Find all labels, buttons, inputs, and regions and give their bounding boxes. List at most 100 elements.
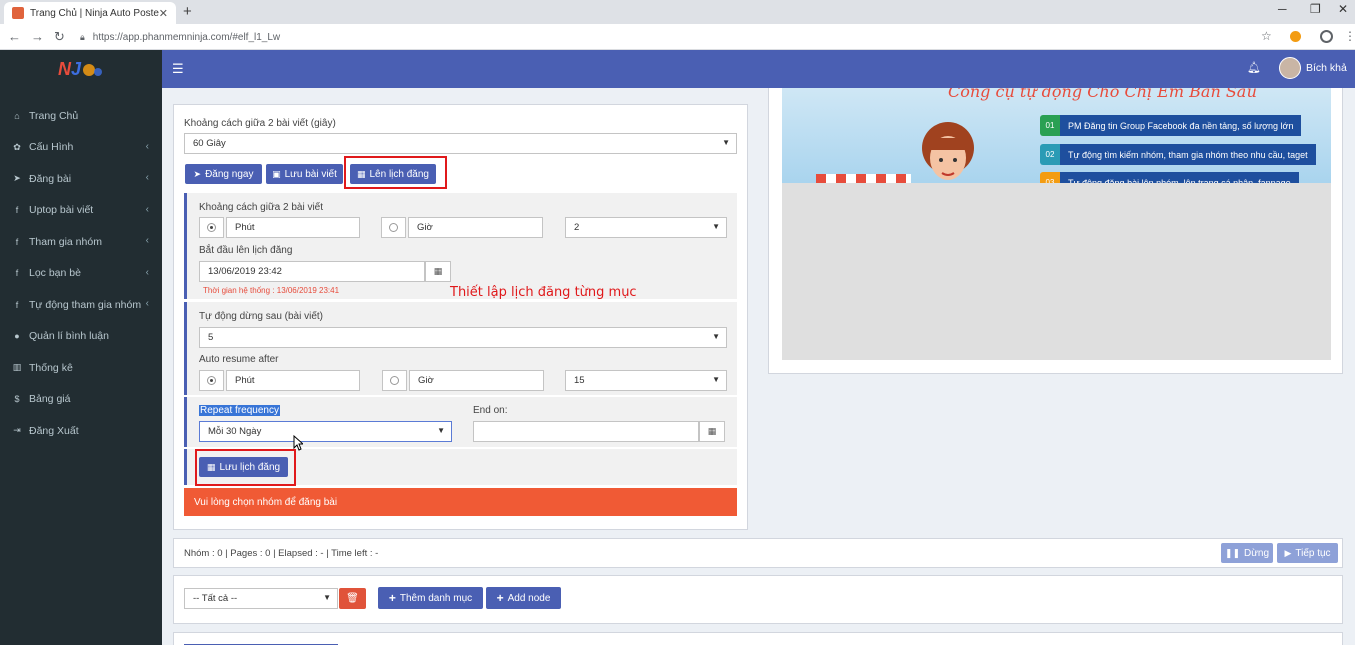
sidebar-item-label: Cấu Hình	[29, 141, 74, 154]
resume-amount-value: 15	[574, 375, 585, 386]
sidebar-item-label: Đăng bài	[29, 172, 72, 185]
app-header: ☰ 🔔︎ Bích khả	[162, 50, 1355, 88]
feature-number: 03	[1040, 172, 1060, 183]
banner-title: Công cụ tự động Cho Chị Em Bán Sầu	[948, 88, 1257, 101]
add-node-button[interactable]: + Add node	[486, 587, 561, 609]
user-name: Bích khả	[1306, 62, 1347, 74]
minute-field[interactable]: Phút	[226, 217, 360, 238]
calendar-icon[interactable]: ▦	[425, 261, 451, 282]
plus-icon: +	[388, 591, 396, 605]
back-icon[interactable]: ←	[8, 29, 21, 44]
continue-label: Tiếp tục	[1295, 547, 1331, 559]
calendar-icon[interactable]: ▦	[699, 421, 725, 442]
end-on-label: End on:	[473, 405, 508, 416]
repeat-select[interactable]: Mỗi 30 Ngày ▼	[199, 421, 452, 442]
feature-text: PM Đăng tin Group Facebook đa nền tảng, …	[1060, 115, 1302, 136]
close-tab-icon[interactable]: ✕	[159, 7, 168, 20]
minute-text: Phút	[235, 222, 255, 233]
continue-button[interactable]: ▶ Tiếp tục	[1277, 543, 1338, 563]
chevron-left-icon: ‹	[145, 298, 149, 309]
resume-hour-text: Giờ	[418, 375, 434, 386]
facebook-icon: f	[15, 205, 19, 216]
resume-minute-field[interactable]: Phút	[226, 370, 360, 391]
feature-number: 01	[1040, 115, 1060, 136]
trash-icon: 🗑︎	[346, 593, 359, 604]
auto-stop-label: Tự động dừng sau (bài viết)	[199, 311, 324, 322]
sidebar-item[interactable]: f Uptop bài viết ‹	[0, 195, 162, 227]
sidebar-item-label: Quản lí bình luận	[29, 330, 109, 343]
auto-stop-panel: Tự động dừng sau (bài viết) 5 ▼ Auto res…	[184, 302, 737, 395]
new-tab-icon[interactable]: +	[183, 3, 192, 20]
extension-icon[interactable]	[1290, 31, 1301, 45]
favicon-icon	[12, 7, 24, 19]
chevron-down-icon: ▼	[712, 222, 720, 231]
forward-icon[interactable]: →	[31, 29, 44, 44]
facebook-icon: f	[15, 268, 19, 279]
sign-out-icon: ⇥	[13, 425, 21, 436]
sidebar-item-label: Lọc bạn bè	[29, 267, 81, 280]
home-icon: ⌂	[14, 110, 20, 121]
sidebar-item[interactable]: f Tự động tham gia nhóm ‹	[0, 289, 162, 321]
start-datetime-input[interactable]: 13/06/2019 23:42	[199, 261, 425, 282]
sidebar-item[interactable]: f Tham gia nhóm ‹	[0, 226, 162, 258]
bar-chart-icon: ▥	[12, 362, 22, 373]
reload-icon[interactable]: ↻	[54, 29, 65, 45]
start-datetime-value: 13/06/2019 23:42	[208, 266, 282, 277]
radio-hour[interactable]	[381, 217, 406, 238]
post-form-box: Khoảng cách giữa 2 bài viết (giây) 60 Gi…	[173, 104, 748, 530]
interval-select[interactable]: 60 Giây ▼	[184, 133, 737, 154]
chevron-down-icon: ▼	[722, 138, 730, 147]
sidebar-item-label: Thống kê	[29, 361, 73, 374]
minimize-icon[interactable]: ─	[1278, 2, 1287, 16]
sidebar-item[interactable]: f Lọc bạn bè ‹	[0, 258, 162, 290]
status-text: Nhóm : 0 | Pages : 0 | Elapsed : - | Tim…	[184, 548, 379, 559]
add-category-button[interactable]: + Thêm danh mục	[378, 587, 483, 609]
radio-minute[interactable]	[199, 217, 224, 238]
save-post-button[interactable]: ▣ Lưu bài viết	[266, 164, 343, 184]
comment-icon: ●	[14, 331, 20, 342]
resume-hour-field[interactable]: Giờ	[409, 370, 544, 391]
sidebar-item[interactable]: ⇥ Đăng Xuất	[0, 415, 162, 447]
stop-label: Dừng	[1244, 547, 1270, 559]
feature-text: Tự động đăng bài lên nhóm, lên trang cá …	[1060, 172, 1299, 183]
end-on-input[interactable]	[473, 421, 699, 442]
hour-field[interactable]: Giờ	[408, 217, 543, 238]
sidebar-item[interactable]: ✿ Cấu Hình ‹	[0, 132, 162, 164]
user-menu[interactable]: Bích khả	[1279, 57, 1347, 79]
sidebar-item[interactable]: ➤ Đăng bài ‹	[0, 163, 162, 195]
alert-text: Vui lòng chọn nhóm để đăng bài	[194, 496, 338, 508]
delete-button[interactable]: 🗑︎	[339, 588, 366, 609]
account-icon[interactable]	[1320, 30, 1333, 46]
url-text: https://app.phanmemninja.com/#elf_l1_Lw	[92, 31, 281, 43]
post-now-button[interactable]: ➤ Đăng ngay	[185, 164, 262, 184]
radio-resume-hour[interactable]	[382, 370, 407, 391]
sidebar-item-label: Đăng Xuất	[29, 424, 79, 437]
auto-stop-select[interactable]: 5 ▼	[199, 327, 727, 348]
sidebar-item[interactable]: $ Bảng giá	[0, 384, 162, 416]
interval-amount-select[interactable]: 2 ▼	[565, 217, 727, 238]
play-icon: ▶	[1284, 547, 1292, 558]
banner-feature-1: 01 PM Đăng tin Group Facebook đa nền tản…	[1040, 115, 1302, 136]
auto-stop-value: 5	[208, 332, 214, 343]
radio-resume-minute[interactable]	[199, 370, 224, 391]
chevron-left-icon: ‹	[145, 235, 149, 246]
banner-feature-2: 02 Tự động tìm kiếm nhóm, tham gia nhóm …	[1040, 144, 1316, 165]
bell-icon[interactable]: 🔔︎	[1247, 61, 1261, 74]
sidebar-item[interactable]: ⌂ Trang Chủ	[0, 100, 162, 132]
url-field[interactable]: 🔒︎ https://app.phanmemninja.com/#elf_l1_…	[80, 27, 1260, 47]
hamburger-icon[interactable]: ☰	[172, 61, 184, 77]
character-illustration	[922, 122, 974, 180]
promo-banner: Công cụ tự động Cho Chị Em Bán Sầu 01 PM…	[782, 88, 1331, 183]
sidebar-item[interactable]: ▥ Thống kê	[0, 352, 162, 384]
restore-icon[interactable]: ❐	[1310, 2, 1321, 16]
star-icon[interactable]: ☆	[1261, 29, 1272, 43]
sidebar-item[interactable]: ● Quản lí bình luận	[0, 321, 162, 353]
lock-icon: 🔒︎	[80, 31, 85, 42]
resume-amount-select[interactable]: 15 ▼	[565, 370, 727, 391]
schedule-interval-label: Khoảng cách giữa 2 bài viết	[199, 202, 323, 213]
close-window-icon[interactable]: ✕	[1338, 2, 1348, 16]
stop-button[interactable]: ❚❚ Dừng	[1221, 543, 1273, 563]
menu-dots-icon[interactable]: ⋮	[1344, 29, 1355, 43]
browser-tab[interactable]: Trang Chủ | Ninja Auto Poster ✕	[4, 2, 176, 24]
category-filter-select[interactable]: -- Tất cả -- ▼	[184, 588, 338, 609]
